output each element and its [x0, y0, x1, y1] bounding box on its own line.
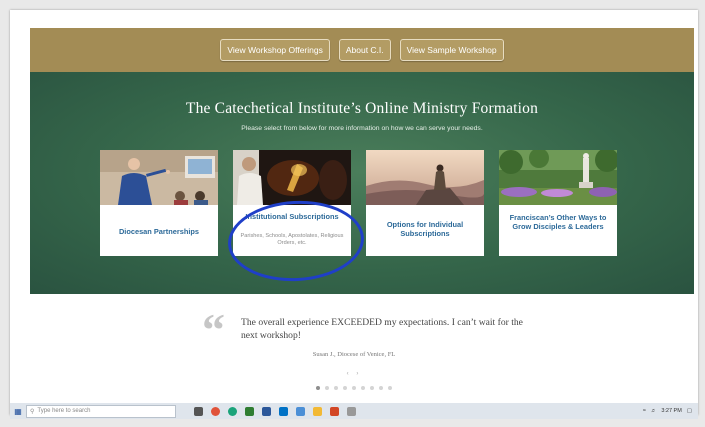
volume-icon[interactable]: ♬	[651, 408, 657, 414]
hero-title: The Catechetical Institute’s Online Mini…	[185, 100, 539, 117]
teams-icon[interactable]	[296, 406, 305, 416]
card-title: Diocesan Partnerships	[118, 227, 200, 236]
search-icon: ⚲	[30, 408, 35, 415]
powerpoint-icon[interactable]	[330, 406, 339, 416]
browser-page: View Workshop Offerings About C.I. View …	[10, 10, 698, 415]
view-workshop-offerings-button[interactable]: View Workshop Offerings	[220, 39, 330, 61]
card-title: Options for Individual Subscriptions	[386, 220, 464, 238]
card-title: Franciscan’s Other Ways to Grow Disciple…	[509, 213, 607, 231]
carousel-arrows[interactable]: ‹ ›	[10, 371, 698, 377]
speaker-photo	[100, 150, 218, 205]
notifications-icon[interactable]: ▢	[687, 408, 692, 414]
search-placeholder: Type here to search	[37, 408, 91, 414]
taskbar-app-icons	[194, 406, 356, 416]
testimonial-quote: The overall experience EXCEEDED my expec…	[241, 317, 523, 341]
outlook-icon[interactable]	[279, 406, 288, 416]
taskbar-search-input[interactable]: ⚲ Type here to search	[26, 404, 176, 418]
view-sample-workshop-button[interactable]: View Sample Workshop	[399, 39, 504, 61]
card-diocesan-partnerships[interactable]: Diocesan Partnerships	[100, 150, 218, 256]
top-navigation-bar: View Workshop Offerings About C.I. View …	[30, 28, 694, 72]
carousel-dot[interactable]	[379, 386, 383, 390]
card-individual-subscriptions[interactable]: Options for Individual Subscriptions	[366, 150, 484, 256]
testimonial-author: Susan J., Diocese of Venice, FL	[312, 351, 396, 358]
snipping-tool-icon[interactable]	[347, 406, 356, 416]
file-explorer-icon[interactable]	[313, 406, 322, 416]
carousel-dot[interactable]	[325, 386, 329, 390]
excel-icon[interactable]	[245, 406, 254, 416]
system-tray: ≈ ♬ 3:27 PM ▢	[643, 408, 692, 414]
about-ci-button[interactable]: About C.I.	[338, 39, 391, 61]
windows-start-icon[interactable]: ▦	[10, 403, 26, 419]
garden-statue-photo	[499, 150, 617, 205]
carousel-dot[interactable]	[370, 386, 374, 390]
carousel-dot[interactable]	[352, 386, 356, 390]
task-view-icon[interactable]	[194, 406, 203, 416]
carousel-dots	[10, 386, 698, 390]
carousel-dot[interactable]	[343, 386, 347, 390]
chrome-icon[interactable]	[211, 406, 220, 416]
edge-icon[interactable]	[228, 406, 237, 416]
carousel-dot[interactable]	[334, 386, 338, 390]
card-other-ways[interactable]: Franciscan’s Other Ways to Grow Disciple…	[499, 150, 617, 256]
quote-icon: “	[202, 304, 225, 355]
hero-subtitle: Please select from below for more inform…	[241, 125, 483, 132]
wifi-icon[interactable]: ≈	[643, 408, 646, 414]
word-icon[interactable]	[262, 406, 271, 416]
clock-time[interactable]: 3:27 PM	[661, 408, 681, 414]
carousel-dot[interactable]	[361, 386, 365, 390]
priest-censer-photo	[233, 150, 351, 205]
windows-taskbar: ▦ ⚲ Type here to search ≈ ♬ 3:27 PM ▢	[10, 403, 698, 419]
woman-on-rock-photo	[366, 150, 484, 205]
hero-section: The Catechetical Institute’s Online Mini…	[30, 72, 694, 294]
carousel-dot[interactable]	[388, 386, 392, 390]
carousel-dot[interactable]	[316, 386, 320, 390]
